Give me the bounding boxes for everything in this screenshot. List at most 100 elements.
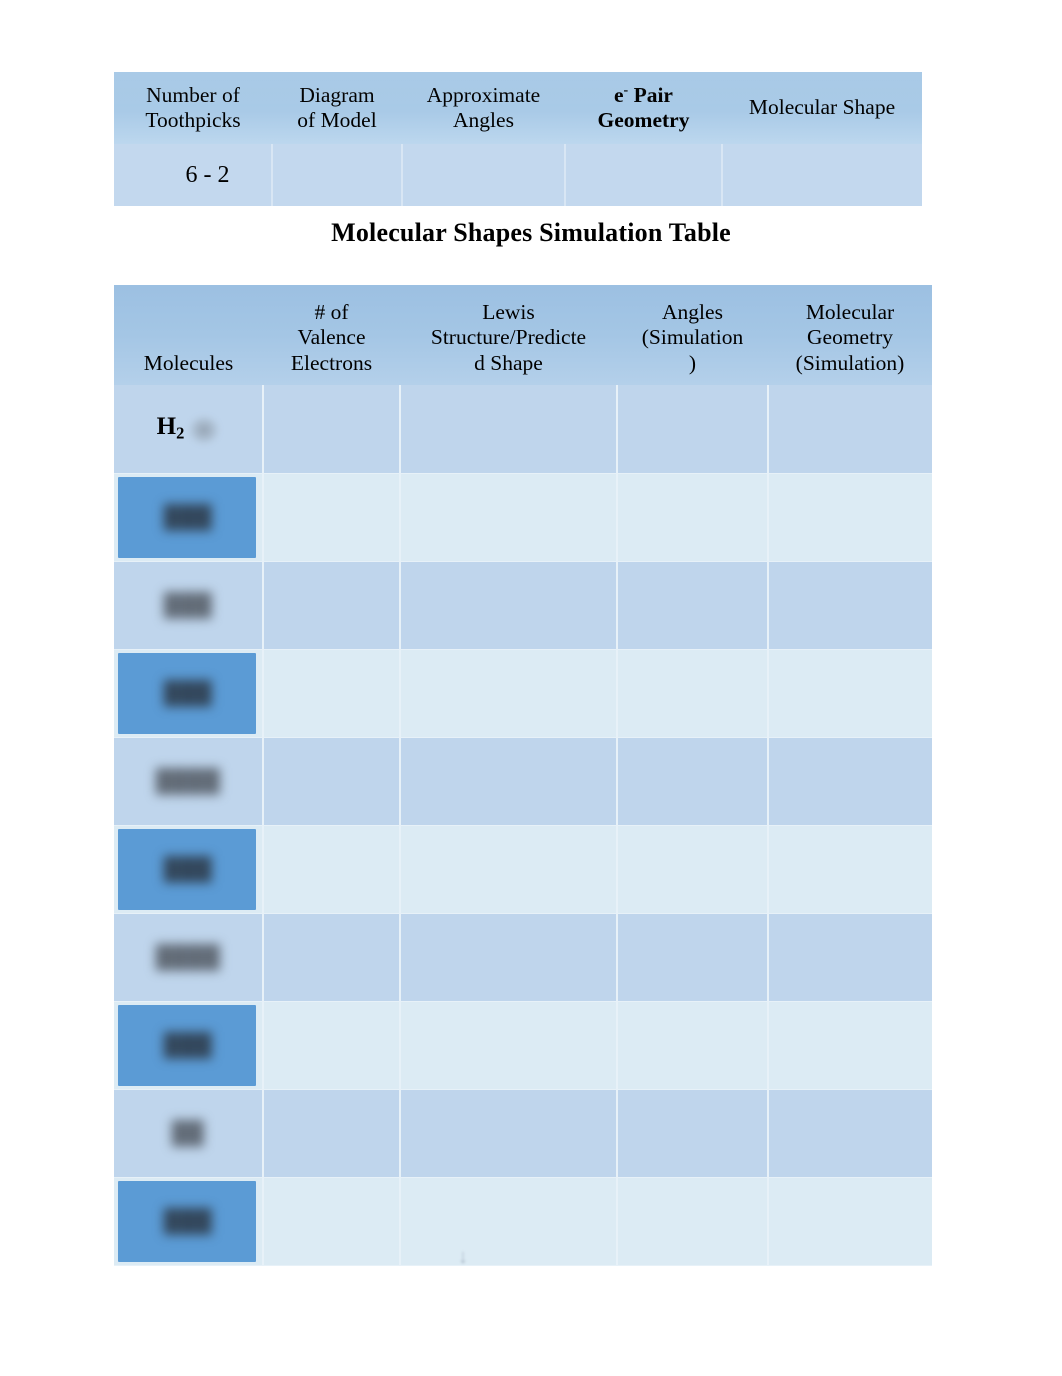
cell-lewis-structure-2[interactable]	[400, 561, 618, 650]
header-line-2: Toothpicks	[145, 108, 241, 132]
cell-molecular-geometry-6[interactable]	[768, 913, 932, 1002]
table-row: ████	[114, 913, 932, 1002]
cell-valence-electrons-0[interactable]	[263, 385, 401, 474]
header-line-2: Angles	[453, 108, 514, 132]
cell-lewis-structure-7[interactable]	[400, 1001, 618, 1090]
page-title: Molecular Shapes Simulation Table	[331, 218, 731, 247]
header-line-1: # of	[314, 299, 349, 324]
cell-angles-simulation-7[interactable]	[617, 1001, 769, 1090]
cell-valence-electrons-9[interactable]	[263, 1177, 401, 1266]
molecule-label-redacted: ███	[163, 680, 213, 705]
table-row: ███	[114, 473, 932, 562]
cell-molecular-geometry-7[interactable]	[768, 1001, 932, 1090]
header-line-3: d Shape	[474, 351, 543, 376]
cell-valence-electrons-6[interactable]	[263, 913, 401, 1002]
molecule-label-redacted: ███	[163, 504, 213, 529]
cell-angles-simulation-5[interactable]	[617, 825, 769, 914]
molecule-label-redacted: ███	[163, 856, 213, 881]
toothpick-table-header-row: Number of Toothpicks Diagram of Model Ap…	[114, 72, 922, 144]
cell-molecule-8[interactable]: ██	[114, 1089, 264, 1178]
molecule-label-redacted: ███	[163, 1208, 213, 1233]
cell-molecule-5[interactable]: ███	[114, 825, 264, 914]
cell-molecule-1[interactable]: ███	[114, 473, 264, 562]
cell-lewis-structure-8[interactable]	[400, 1089, 618, 1178]
cell-lewis-structure-6[interactable]	[400, 913, 618, 1002]
cell-angles-simulation-1[interactable]	[617, 473, 769, 562]
molecule-label-redacted: ████	[155, 944, 221, 969]
cell-angles-simulation-2[interactable]	[617, 561, 769, 650]
table-row: ███	[114, 1177, 932, 1266]
cell-molecular-geometry-3[interactable]	[768, 649, 932, 738]
cell-molecule-6[interactable]: ████	[114, 913, 264, 1002]
molecular-shapes-simulation-table: Molecules # of Valence Electrons Lewis S…	[114, 285, 932, 1266]
header-line-2: Geometry	[807, 325, 893, 350]
cell-molecule-3[interactable]: ███	[114, 649, 264, 738]
cell-valence-electrons-3[interactable]	[263, 649, 401, 738]
header-number-of-toothpicks: Number of Toothpicks	[114, 72, 272, 144]
header-line-2: Structure/Predicte	[430, 325, 587, 350]
cell-angles-simulation-3[interactable]	[617, 649, 769, 738]
molecule-formula-subscript: 2	[176, 424, 185, 444]
cell-angles-simulation-8[interactable]	[617, 1089, 769, 1178]
header-molecular-shape: Molecular Shape	[722, 72, 922, 144]
cell-valence-electrons-5[interactable]	[263, 825, 401, 914]
cell-molecule-4[interactable]: ████	[114, 737, 264, 826]
header-line-1: Diagram	[299, 82, 375, 107]
header-line-2: Valence	[297, 325, 366, 350]
header-line-1-prefix: e	[614, 82, 624, 107]
cell-angles-simulation-0[interactable]	[617, 385, 769, 474]
cell-lewis-structure-1[interactable]	[400, 473, 618, 562]
header-line-1: Molecular Shape	[748, 95, 896, 120]
header-valence-electrons: # of Valence Electrons	[263, 285, 400, 385]
header-line-1-suffix: Pair	[628, 82, 673, 107]
cell-molecule-2[interactable]: ███	[114, 561, 264, 650]
cell-valence-electrons-8[interactable]	[263, 1089, 401, 1178]
cell-lewis-structure-0[interactable]	[400, 385, 618, 474]
cell-valence-electrons-2[interactable]	[263, 561, 401, 650]
cell-valence-electrons-1[interactable]	[263, 473, 401, 562]
cell-molecule-7[interactable]: ███	[114, 1001, 264, 1090]
cell-molecular-shape[interactable]	[722, 144, 922, 206]
header-e-pair-geometry: e- Pair Geometry	[565, 72, 722, 144]
cell-angles-simulation-4[interactable]	[617, 737, 769, 826]
table-row: 6 - 2	[114, 144, 922, 206]
header-line-3: )	[688, 351, 697, 376]
cell-approximate-angles[interactable]	[402, 144, 566, 206]
table-row: H2	[114, 385, 932, 474]
table-row: ███	[114, 1001, 932, 1090]
header-line-1: Angles	[662, 299, 723, 324]
cell-angles-simulation-9[interactable]	[617, 1177, 769, 1266]
document-page: Number of Toothpicks Diagram of Model Ap…	[0, 0, 1062, 1376]
cell-diagram-of-model[interactable]	[272, 144, 403, 206]
header-line-1: Lewis	[482, 299, 535, 324]
molecule-label-redacted: ███	[163, 592, 213, 617]
header-molecular-geometry-simulation: Molecular Geometry (Simulation)	[768, 285, 932, 385]
table-row: ██	[114, 1089, 932, 1178]
cell-lewis-structure-5[interactable]	[400, 825, 618, 914]
cell-molecular-geometry-4[interactable]	[768, 737, 932, 826]
cell-molecular-geometry-9[interactable]	[768, 1177, 932, 1266]
cell-lewis-structure-4[interactable]	[400, 737, 618, 826]
cell-lewis-structure-9[interactable]	[400, 1177, 618, 1266]
cell-molecular-geometry-8[interactable]	[768, 1089, 932, 1178]
cell-angles-simulation-6[interactable]	[617, 913, 769, 1002]
cell-number-of-toothpicks[interactable]: 6 - 2	[114, 144, 273, 206]
header-line-1: Number of	[146, 82, 240, 107]
header-molecules: Molecules	[114, 285, 263, 385]
cell-molecular-geometry-2[interactable]	[768, 561, 932, 650]
header-line-3: Electrons	[290, 351, 373, 376]
header-angles-simulation: Angles (Simulation )	[617, 285, 768, 385]
cell-valence-electrons-4[interactable]	[263, 737, 401, 826]
cell-molecular-geometry-1[interactable]	[768, 473, 932, 562]
molecule-label: H2	[157, 413, 185, 444]
cell-molecule-0[interactable]: H2	[114, 385, 264, 474]
table-row: ████	[114, 737, 932, 826]
cell-molecular-geometry-5[interactable]	[768, 825, 932, 914]
header-diagram-of-model: Diagram of Model	[272, 72, 402, 144]
header-line-1: Molecular	[805, 299, 895, 324]
cell-molecular-geometry-0[interactable]	[768, 385, 932, 474]
cell-e-pair-geometry[interactable]	[565, 144, 723, 206]
cell-valence-electrons-7[interactable]	[263, 1001, 401, 1090]
cell-molecule-9[interactable]: ███	[114, 1177, 264, 1266]
cell-lewis-structure-3[interactable]	[400, 649, 618, 738]
